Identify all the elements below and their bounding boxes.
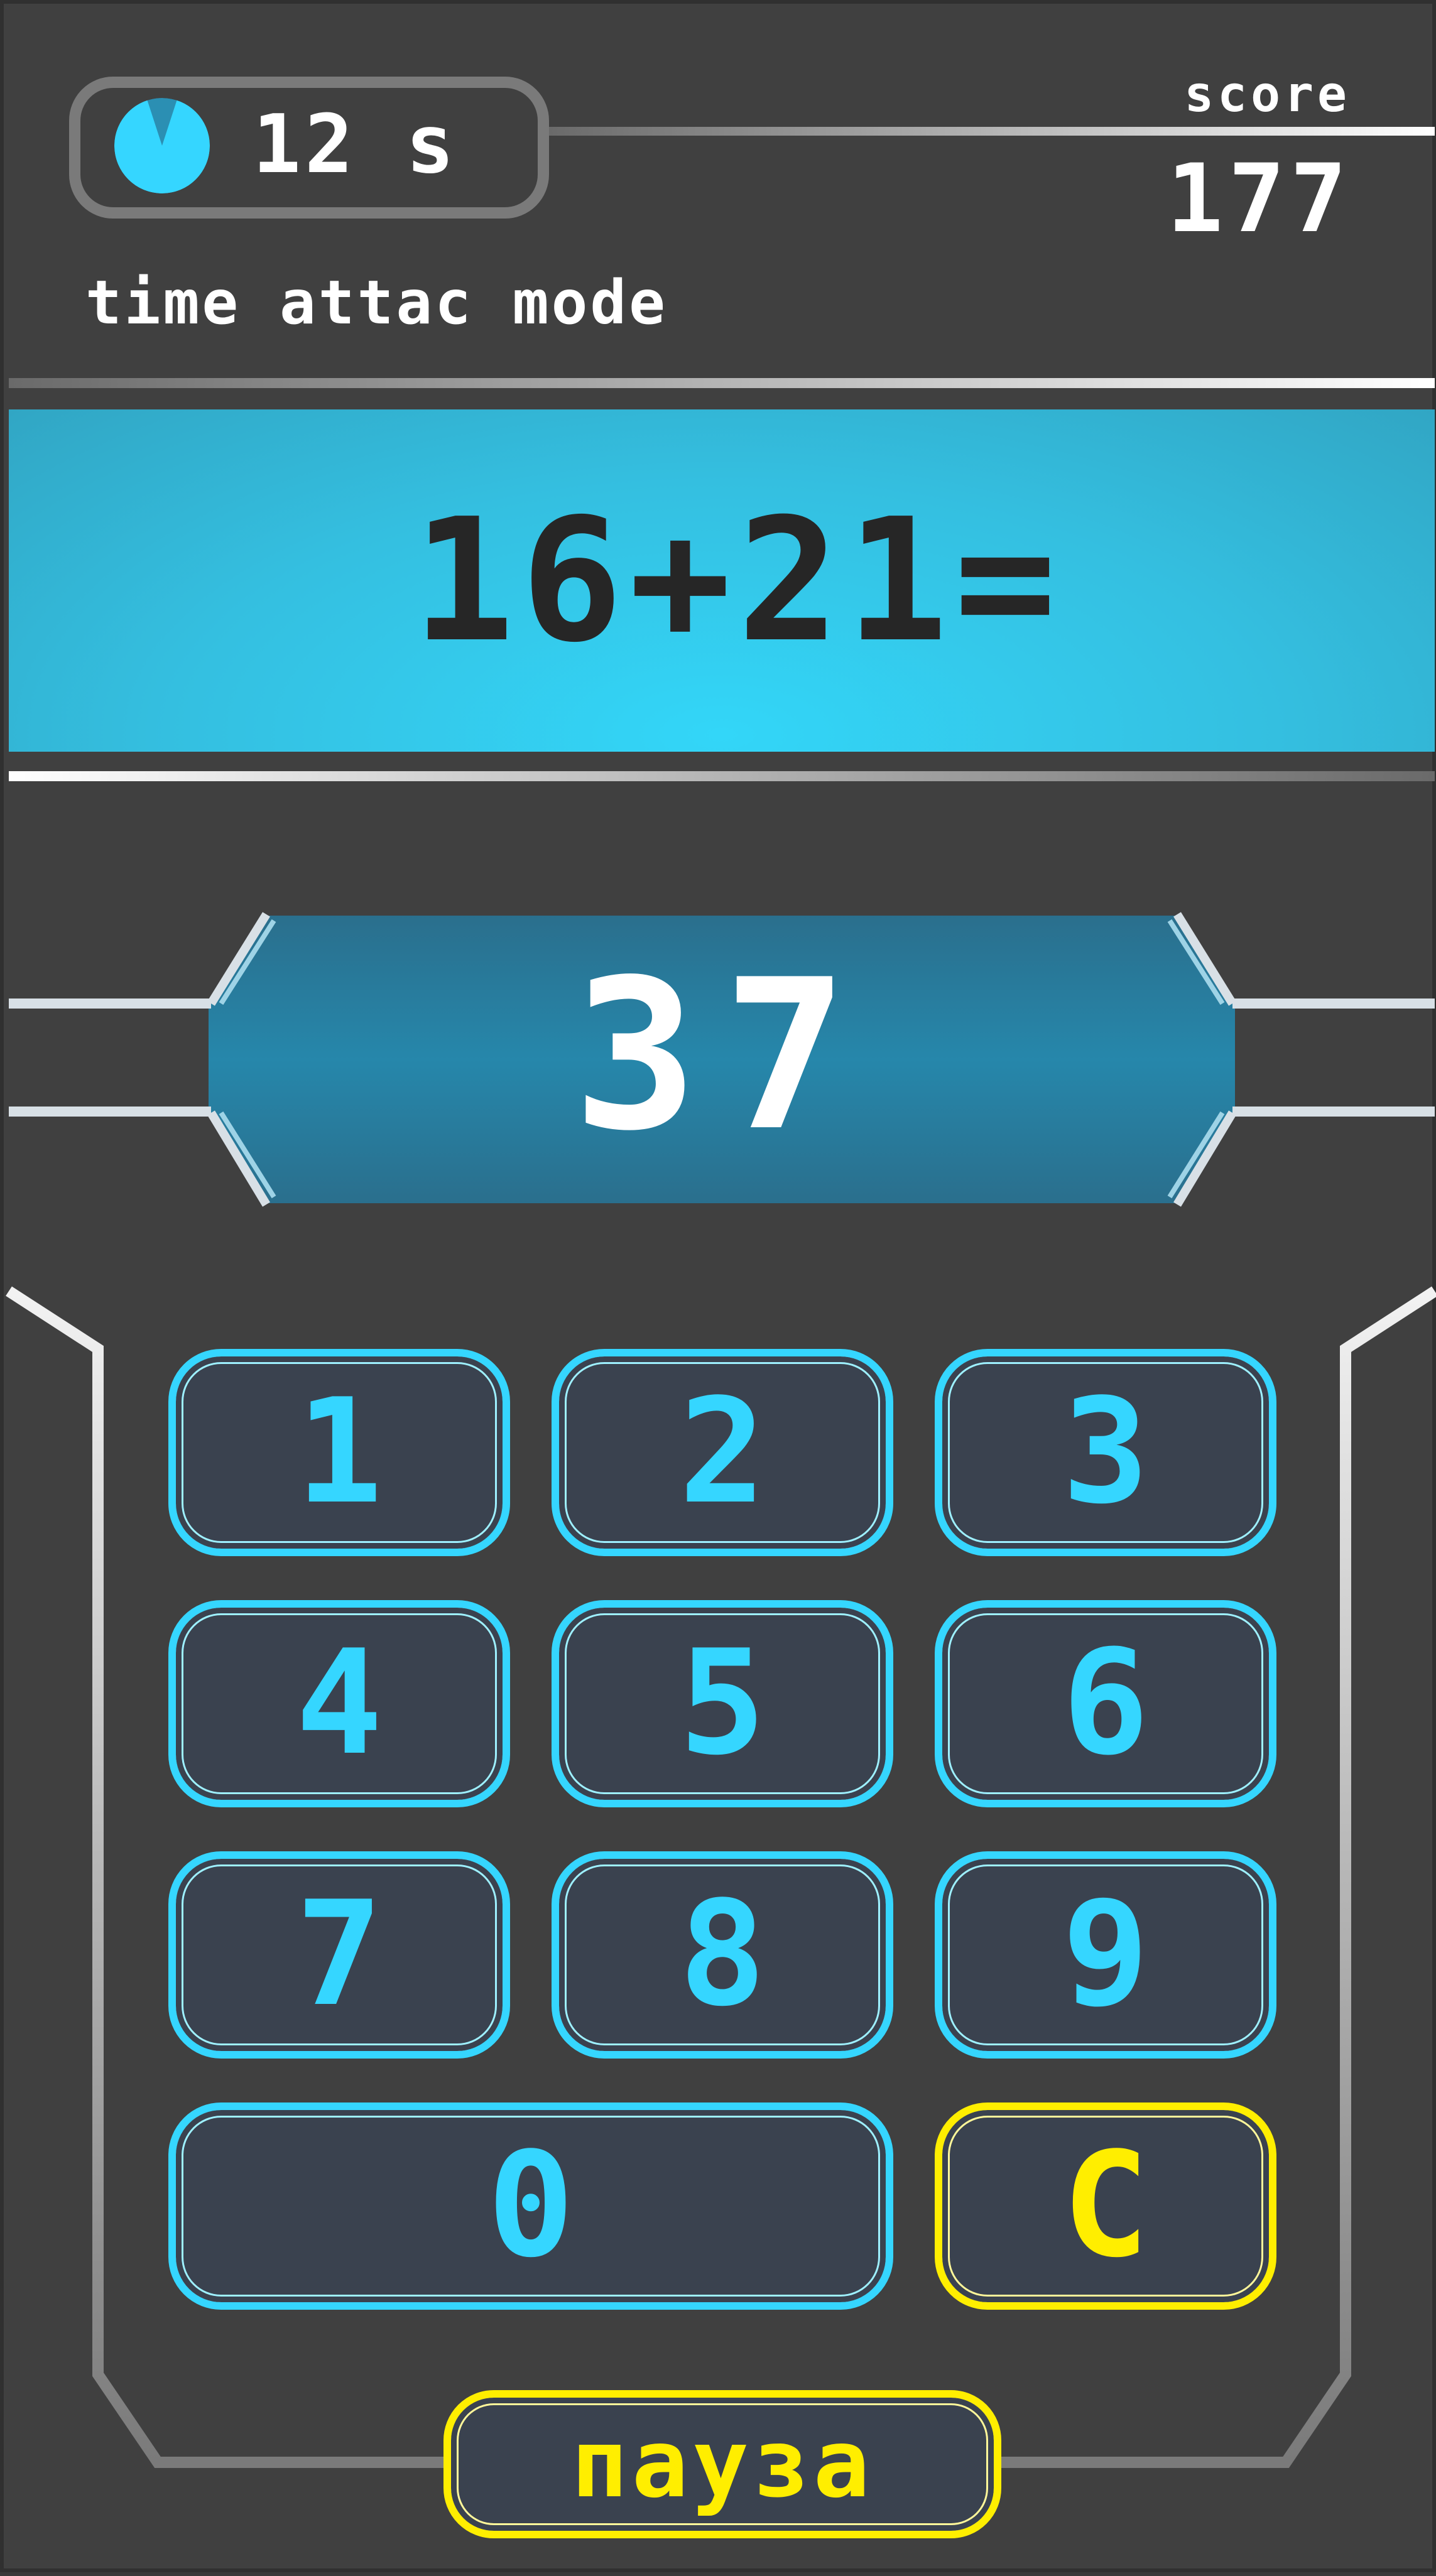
key-1[interactable]: 1 — [168, 1349, 510, 1556]
key-4[interactable]: 4 — [168, 1600, 510, 1807]
timer-value: 12 — [253, 98, 357, 192]
key-2[interactable]: 2 — [552, 1349, 893, 1556]
key-5[interactable]: 5 — [552, 1600, 893, 1807]
question-band: 16+21= — [9, 409, 1435, 752]
timer-dial-icon — [114, 98, 210, 193]
clear-label: C — [1062, 2122, 1150, 2290]
key-label: 2 — [678, 1368, 766, 1536]
key-label: 8 — [678, 1871, 766, 2038]
key-label: 5 — [678, 1620, 766, 1787]
key-7[interactable]: 7 — [168, 1851, 510, 2059]
key-label: 7 — [295, 1871, 383, 2038]
key-0[interactable]: 0 — [168, 2102, 893, 2310]
question-expression: 16+21= — [412, 482, 1063, 679]
key-9[interactable]: 9 — [935, 1851, 1276, 2059]
bottom-separator-line — [9, 771, 1435, 781]
key-label: 1 — [295, 1368, 383, 1536]
mode-label: time attac mode — [85, 268, 668, 338]
score-value: 177 — [1167, 144, 1352, 254]
key-label: 3 — [1062, 1368, 1150, 1536]
key-label: 4 — [295, 1620, 383, 1787]
key-6[interactable]: 6 — [935, 1600, 1276, 1807]
top-separator-line — [9, 378, 1435, 388]
key-label: 0 — [487, 2122, 575, 2290]
key-3[interactable]: 3 — [935, 1349, 1276, 1556]
clear-button[interactable]: C — [935, 2102, 1276, 2310]
key-label: 9 — [1062, 1871, 1150, 2038]
score-label: score — [1184, 67, 1351, 123]
key-8[interactable]: 8 — [552, 1851, 893, 2059]
key-label: 6 — [1062, 1620, 1150, 1787]
game-screen: 12 s score 177 time attac mode 16+21= 37… — [0, 0, 1436, 2572]
pause-button[interactable]: пауза — [443, 2390, 1001, 2538]
header-line — [549, 127, 1435, 136]
timer-unit: s — [406, 98, 455, 192]
answer-display: 37 — [573, 935, 873, 1176]
pause-label: пауза — [571, 2410, 874, 2519]
